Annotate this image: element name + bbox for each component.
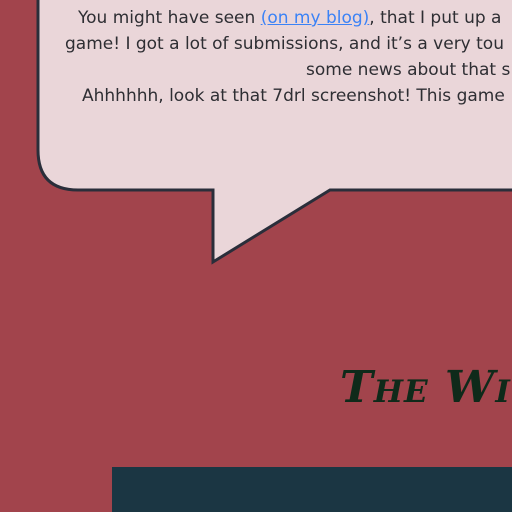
bubble-text-line-2: game! I got a lot of submissions, and it… xyxy=(65,34,504,54)
section-heading: The Wit xyxy=(340,362,512,413)
text: You might have seen xyxy=(78,8,261,28)
bubble-text-line-4: Ahhhhhh, look at that 7drl screenshot! T… xyxy=(82,86,505,106)
bubble-text-line-1: You might have seen (on my blog), that I… xyxy=(78,8,501,28)
blog-link[interactable]: (on my blog) xyxy=(261,8,370,28)
bubble-text-line-3: some news about that s xyxy=(306,60,511,80)
content-panel xyxy=(112,467,512,512)
text: , that I put up a xyxy=(369,8,502,28)
